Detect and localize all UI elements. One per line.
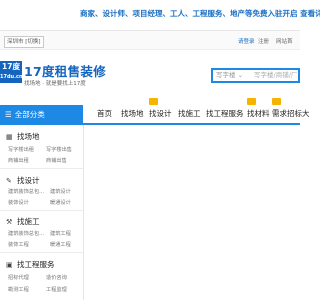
- logo[interactable]: 17度 17du.cn: [0, 61, 23, 83]
- sidebar-section-find-construction[interactable]: ⚒ 找施工: [6, 216, 40, 227]
- sidebar-link[interactable]: 建筑设计: [50, 188, 71, 195]
- sidebar-section-title: 找工程服务: [17, 260, 55, 269]
- utility-bar: [0, 31, 300, 50]
- logo-bottom-text: 17du.cn: [0, 74, 23, 80]
- sidebar-section-find-engineering[interactable]: ▣ 找工程服务: [6, 259, 55, 270]
- sidebar-link[interactable]: 建筑装饰总包…: [8, 230, 44, 237]
- sidebar-divider: [0, 168, 83, 169]
- sidebar-section-find-space[interactable]: ▦ 找场地: [6, 131, 40, 142]
- search-type-select[interactable]: 写字楼 ⌄: [213, 70, 254, 81]
- design-icon: ✎: [6, 177, 12, 185]
- sidebar-divider: [0, 210, 83, 211]
- search-input[interactable]: 写字楼/商铺/厂房/仓库: [254, 70, 298, 81]
- announcement-text[interactable]: 商家、设计师、项目经理、工人、工程服务、地产等免费入驻开启 查看详: [80, 8, 320, 19]
- nav-find-construction[interactable]: 找施工: [178, 108, 201, 119]
- sidebar-link[interactable]: 暖通工程: [50, 241, 71, 248]
- sidebar-section-title: 找场地: [17, 132, 40, 141]
- sidebar-link[interactable]: 建筑工程: [50, 230, 71, 237]
- sidebar-link[interactable]: 装饰设计: [8, 199, 29, 206]
- sidebar-section-title: 找设计: [17, 176, 40, 185]
- brand-slogan: 找场地 · 就是要找上17度: [24, 81, 86, 87]
- register-link[interactable]: 注册: [258, 37, 269, 45]
- menu-icon: ☰: [5, 110, 12, 119]
- sidebar-link[interactable]: 商铺出租: [8, 157, 29, 164]
- nav-find-design[interactable]: 找设计: [149, 108, 172, 119]
- brand-title[interactable]: 17度租售装修: [24, 61, 106, 80]
- building-icon: ▦: [6, 133, 13, 141]
- sidebar-link[interactable]: 勘测工程: [8, 286, 29, 293]
- nav-badge: [272, 98, 281, 105]
- sidebar-link[interactable]: 商铺出售: [46, 157, 67, 164]
- nav-badge: [149, 98, 158, 105]
- nav-find-space[interactable]: 找场地: [121, 108, 144, 119]
- nav-home[interactable]: 首页: [97, 108, 112, 119]
- sidebar-link[interactable]: 写字楼出售: [46, 146, 72, 153]
- service-icon: ▣: [6, 261, 13, 269]
- nav-find-engineering[interactable]: 找工程服务: [206, 108, 244, 119]
- sidebar-divider: [0, 252, 83, 253]
- search-box[interactable]: 写字楼 ⌄写字楼/商铺/厂房/仓库: [211, 68, 300, 83]
- sidebar-section-find-design[interactable]: ✎ 找设计: [6, 175, 40, 186]
- sidebar-link[interactable]: 招标代理: [8, 274, 29, 281]
- sidebar-link[interactable]: 建筑装饰总包…: [8, 188, 44, 195]
- login-link[interactable]: 请登录: [238, 37, 255, 45]
- home-link[interactable]: 网站首: [276, 37, 293, 45]
- construction-icon: ⚒: [6, 218, 13, 226]
- sidebar-link[interactable]: 造价咨询: [46, 274, 67, 281]
- sidebar-link[interactable]: 工程监理: [46, 286, 67, 293]
- nav-badge: [247, 98, 256, 105]
- all-categories-label: 全部分类: [14, 110, 45, 119]
- nav-tenders[interactable]: 需求招标大: [272, 108, 310, 119]
- sidebar-link[interactable]: 装饰工程: [8, 241, 29, 248]
- sidebar-link[interactable]: 暖通设计: [50, 199, 71, 206]
- logo-top-text: 17度: [2, 62, 20, 71]
- city-switcher[interactable]: 深圳市 [切换]: [4, 36, 44, 48]
- nav-find-materials[interactable]: 找材料: [247, 108, 270, 119]
- sidebar-link[interactable]: 写字楼出租: [8, 146, 34, 153]
- sidebar-section-title: 找施工: [17, 217, 40, 226]
- all-categories-button[interactable]: ☰ 全部分类: [0, 105, 83, 125]
